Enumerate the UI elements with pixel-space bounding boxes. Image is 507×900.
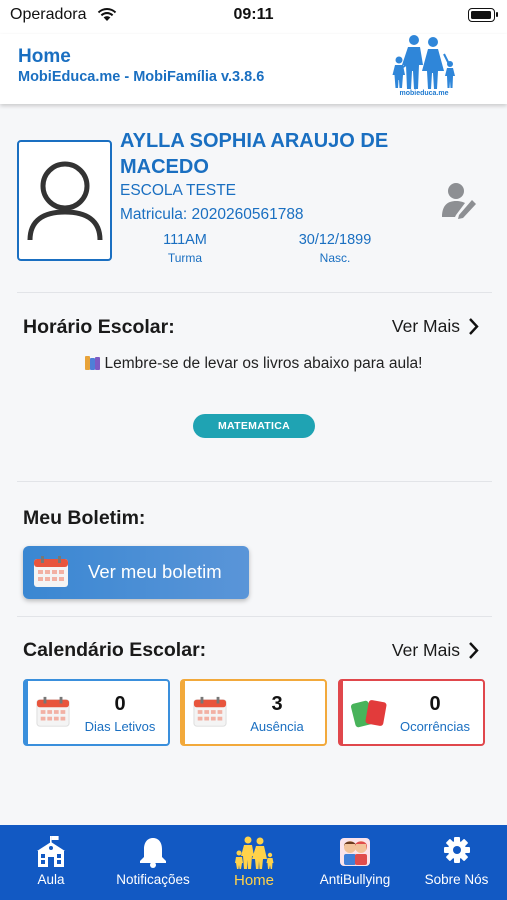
report-title: Meu Boletim: [23, 507, 146, 529]
school-days-card[interactable]: 0 Dias Letivos [23, 679, 170, 746]
schedule-see-more-link[interactable]: Ver Mais [392, 316, 479, 337]
page-title: Home [18, 46, 71, 67]
nav-item-home[interactable]: Home [204, 825, 304, 900]
student-profile-card: AYLLA SOPHIA ARAUJO DE MACEDO ESCOLA TES… [17, 126, 492, 276]
app-version: MobiEduca.me - MobiFamília v.3.8.6 [18, 69, 265, 85]
see-more-label: Ver Mais [391, 316, 460, 336]
occurrences-label: Ocorrências [399, 719, 471, 734]
kids-icon [340, 838, 370, 866]
cards-icon [351, 700, 387, 728]
avatar[interactable] [17, 140, 112, 261]
calendar-icon [36, 696, 70, 727]
chevron-right-icon [469, 642, 479, 659]
divider [17, 616, 492, 617]
family-logo-icon [392, 35, 455, 89]
student-name: AYLLA SOPHIA ARAUJO DE MACEDO [120, 130, 389, 178]
family-icon [235, 836, 274, 869]
battery-icon [468, 8, 498, 22]
school-days-label: Dias Letivos [84, 719, 156, 734]
enrollment-number: Matricula: 2020260561788 [120, 206, 304, 223]
nav-item-notificacoes[interactable]: Notificações [102, 825, 204, 900]
edit-user-icon[interactable] [442, 181, 478, 219]
absences-card[interactable]: 3 Ausência [180, 679, 327, 746]
absences-count: 3 [271, 693, 283, 715]
birthdate-value: 30/12/1899 [298, 232, 372, 248]
occurrences-card[interactable]: 0 Ocorrências [338, 679, 485, 746]
books-icon [84, 355, 100, 370]
birthdate-stat: 30/12/1899 Nasc. [280, 232, 390, 265]
class-stat: 111AM Turma [130, 232, 240, 265]
clock: 09:11 [233, 6, 274, 23]
school-icon [37, 836, 65, 867]
nav-label: AntiBullying [319, 872, 391, 887]
occurrences-count: 0 [429, 693, 441, 715]
view-report-label: Ver meu boletim [88, 561, 222, 582]
absences-label: Ausência [250, 719, 304, 734]
bell-icon [140, 838, 166, 868]
nav-item-sobre-nos[interactable]: Sobre Nós [406, 825, 507, 900]
view-report-button[interactable]: Ver meu boletim [23, 546, 249, 599]
calendar-icon [193, 696, 227, 727]
calendar-icon [34, 556, 68, 587]
schedule-title: Horário Escolar: [23, 316, 175, 338]
nav-label: Home [233, 872, 274, 889]
divider [17, 481, 492, 482]
chevron-right-icon [469, 318, 479, 335]
divider [17, 292, 492, 293]
school-days-count: 0 [114, 693, 126, 715]
family-logo: mobieduca.me [389, 34, 461, 102]
nav-label: Aula [37, 872, 65, 887]
reminder-text: Lembre-se de levar os livros abaixo para… [104, 355, 423, 372]
status-bar: Operadora 09:11 [0, 0, 507, 34]
app-header: Home MobiEduca.me - MobiFamília v.3.8.6 … [0, 34, 507, 104]
school-name: ESCOLA TESTE [120, 182, 237, 199]
subject-chip[interactable]: MATEMATICA [193, 414, 315, 438]
books-reminder: Lembre-se de levar os livros abaixo para… [0, 355, 507, 373]
calendar-title: Calendário Escolar: [23, 639, 207, 661]
see-more-label: Ver Mais [391, 640, 460, 660]
bottom-navigation: Aula Notificações Home AntiBullying Sobr… [0, 825, 507, 900]
nav-item-antibullying[interactable]: AntiBullying [304, 825, 406, 900]
nav-item-aula[interactable]: Aula [0, 825, 102, 900]
birthdate-label: Nasc. [319, 251, 351, 265]
calendar-see-more-link[interactable]: Ver Mais [392, 640, 479, 661]
nav-label: Notificações [116, 872, 190, 887]
class-value: 111AM [163, 232, 207, 248]
logo-text: mobieduca.me [399, 90, 449, 97]
class-label: Turma [167, 251, 203, 265]
user-silhouette-icon [27, 161, 103, 241]
gear-icon [443, 837, 470, 863]
nav-label: Sobre Nós [424, 872, 489, 887]
